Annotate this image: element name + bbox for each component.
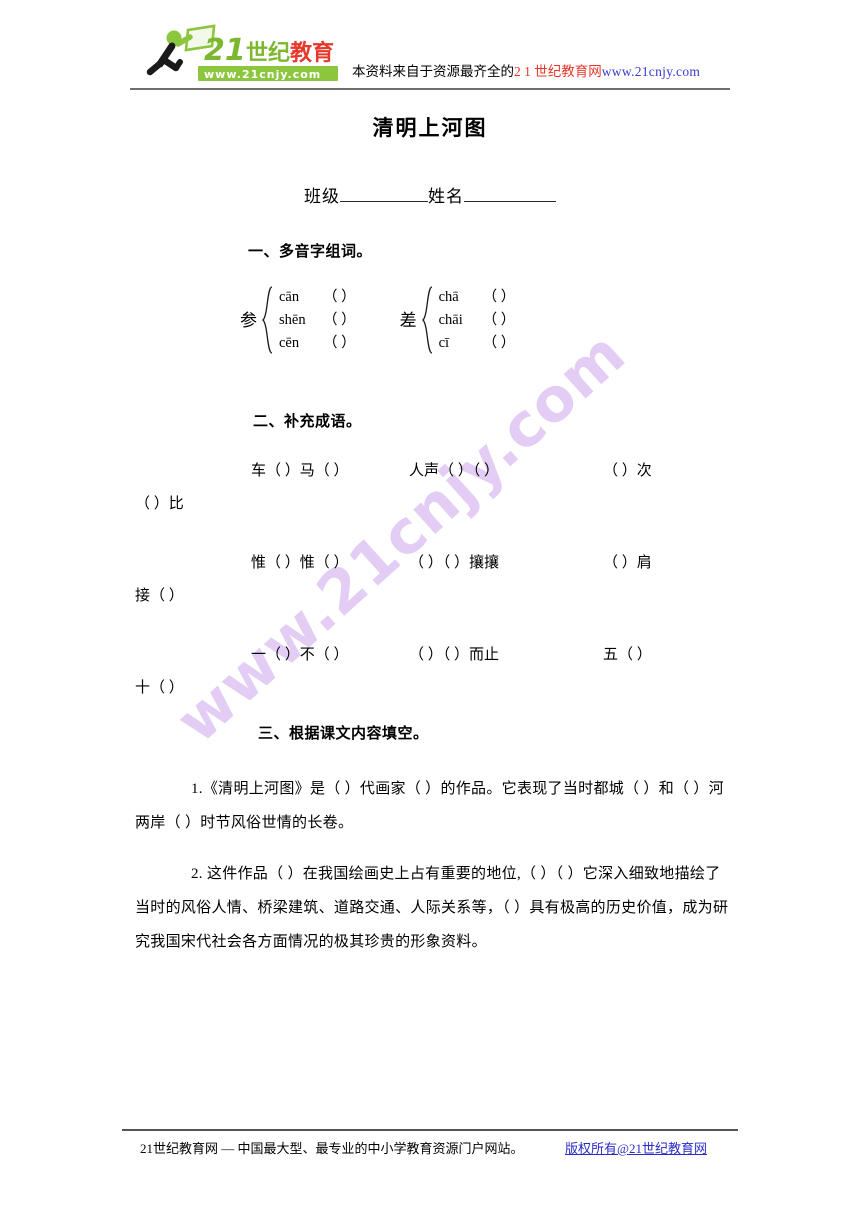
polyphone-row: shēn （ ） — [279, 310, 356, 330]
answer-parentheses[interactable]: （ ） — [323, 333, 356, 353]
pinyin-reading: chā — [438, 289, 459, 305]
idiom-row: 惟（ ）惟（ ） （ ）（ ）攘攘 （ ）肩 接（ ） — [135, 547, 735, 613]
svg-text:教育: 教育 — [290, 40, 334, 66]
polyphone-row: chā （ ） — [439, 287, 516, 307]
page-header: 21 世纪 教育 www.21cnjy.com 本资料来自于资源最齐全的2 1 … — [130, 22, 730, 88]
idiom-exercise: 车（ ）马（ ） 人声（ ）（ ） （ ）次 （ ）比 惟（ ）惟（ ） （ ）… — [135, 455, 735, 705]
section-one-heading: 一、多音字组词。 — [248, 242, 373, 260]
name-label: 姓名 — [428, 187, 464, 206]
pinyin-reading: cī — [438, 335, 450, 351]
section-three-heading: 三、根据课文内容填空。 — [258, 724, 429, 742]
worksheet-page: www.21cnjy.com 21 世纪 教育 www.21cnjy.com 本… — [0, 0, 860, 1216]
polyphone-rows: cān （ ） shēn （ ） cēn （ ） — [279, 287, 356, 353]
idiom-item[interactable]: 五（ ） — [603, 639, 652, 672]
polyphone-row: cī （ ） — [439, 333, 516, 353]
idiom-item[interactable]: 一（ ）不（ ） — [251, 639, 349, 672]
answer-parentheses[interactable]: （ ） — [323, 310, 356, 330]
pinyin-reading: shēn — [279, 312, 306, 328]
header-note-brand: 2 1 世纪教育网 — [514, 64, 602, 79]
idiom-row-cells: 惟（ ）惟（ ） （ ）（ ）攘攘 （ ）肩 — [135, 547, 735, 580]
pinyin-reading: chāi — [438, 312, 463, 328]
question-2-text: 2. 这件作品（ ）在我国绘画史上占有重要的地位,（ ）（ ）它深入细致地描绘了… — [135, 866, 729, 950]
header-note-prefix: 本资料来自于资源最齐全的 — [352, 64, 514, 79]
pinyin-reading: cān — [279, 289, 300, 305]
curly-brace-icon — [421, 285, 434, 355]
header-note-url: www.21cnjy.com — [601, 64, 701, 79]
idiom-item-continuation[interactable]: （ ）比 — [135, 488, 184, 521]
section-two-heading: 二、补充成语。 — [253, 412, 362, 430]
class-blank[interactable] — [340, 187, 428, 202]
answer-parentheses[interactable]: （ ） — [483, 287, 516, 307]
svg-text:世纪: 世纪 — [246, 40, 290, 66]
student-info-line: 班级 姓名 — [0, 182, 860, 207]
polyphone-group-can: 参 cān （ ） shēn （ ） cēn （ ） — [240, 285, 356, 355]
copyright-link[interactable]: 版权所有@21世纪教育网 — [565, 1138, 707, 1157]
svg-text:21: 21 — [204, 33, 246, 68]
polyphone-row: chāi （ ） — [439, 310, 516, 330]
idiom-row-cells: 车（ ）马（ ） 人声（ ）（ ） （ ）次 — [135, 455, 735, 488]
polyphone-group-cha: 差 chā （ ） chāi （ ） cī （ ） — [399, 285, 516, 355]
class-label: 班级 — [304, 187, 340, 206]
polyphone-exercise: 参 cān （ ） shēn （ ） cēn （ ） 差 chā （ ） chā… — [240, 285, 515, 355]
idiom-row: 一（ ）不（ ） （ ）（ ）而止 五（ ） 十（ ） — [135, 639, 735, 705]
name-blank[interactable] — [464, 187, 556, 202]
footer-divider — [122, 1129, 738, 1131]
polyphone-rows: chā （ ） chāi （ ） cī （ ） — [439, 287, 516, 353]
idiom-row: 车（ ）马（ ） 人声（ ）（ ） （ ）次 （ ）比 — [135, 455, 735, 521]
idiom-item-continuation[interactable]: 十（ ） — [135, 672, 184, 705]
footer-text: 21世纪教育网 — 中国最大型、最专业的中小学教育资源门户网站。 — [140, 1141, 524, 1156]
idiom-row-cells: 一（ ）不（ ） （ ）（ ）而止 五（ ） — [135, 639, 735, 672]
question-1-text: 1.《清明上河图》是（ ）代画家（ ）的作品。它表现了当时都城（ ）和（ ）河两… — [135, 781, 724, 831]
polyphone-char: 参 — [240, 310, 257, 330]
idiom-item[interactable]: （ ）次 — [603, 455, 652, 488]
idiom-item[interactable]: 车（ ）马（ ） — [251, 455, 349, 488]
idiom-item-continuation[interactable]: 接（ ） — [135, 580, 184, 613]
idiom-item[interactable]: 惟（ ）惟（ ） — [251, 547, 349, 580]
polyphone-row: cān （ ） — [279, 287, 356, 307]
answer-parentheses[interactable]: （ ） — [323, 287, 356, 307]
svg-text:www.21cnjy.com: www.21cnjy.com — [204, 68, 321, 81]
idiom-item[interactable]: 人声（ ）（ ） — [409, 455, 499, 488]
fill-in-question-1[interactable]: 1.《清明上河图》是（ ）代画家（ ）的作品。它表现了当时都城（ ）和（ ）河两… — [135, 772, 735, 840]
curly-brace-icon — [261, 285, 274, 355]
header-divider — [130, 88, 730, 90]
idiom-item[interactable]: （ ）（ ）攘攘 — [409, 547, 499, 580]
polyphone-row: cēn （ ） — [279, 333, 356, 353]
logo-graphic: 21 世纪 教育 www.21cnjy.com — [146, 24, 338, 81]
header-source-note: 本资料来自于资源最齐全的2 1 世纪教育网www.21cnjy.com — [352, 64, 700, 80]
page-footer: 21世纪教育网 — 中国最大型、最专业的中小学教育资源门户网站。 版权所有@21… — [140, 1138, 740, 1157]
page-title: 清明上河图 — [372, 116, 488, 140]
site-logo: 21 世纪 教育 www.21cnjy.com — [142, 24, 347, 86]
idiom-item[interactable]: （ ）肩 — [603, 547, 652, 580]
fill-in-question-2[interactable]: 2. 这件作品（ ）在我国绘画史上占有重要的地位,（ ）（ ）它深入细致地描绘了… — [135, 857, 735, 959]
answer-parentheses[interactable]: （ ） — [483, 310, 516, 330]
answer-parentheses[interactable]: （ ） — [483, 333, 516, 353]
pinyin-reading: cēn — [279, 335, 300, 351]
idiom-item[interactable]: （ ）（ ）而止 — [409, 639, 499, 672]
polyphone-char: 差 — [399, 310, 417, 330]
